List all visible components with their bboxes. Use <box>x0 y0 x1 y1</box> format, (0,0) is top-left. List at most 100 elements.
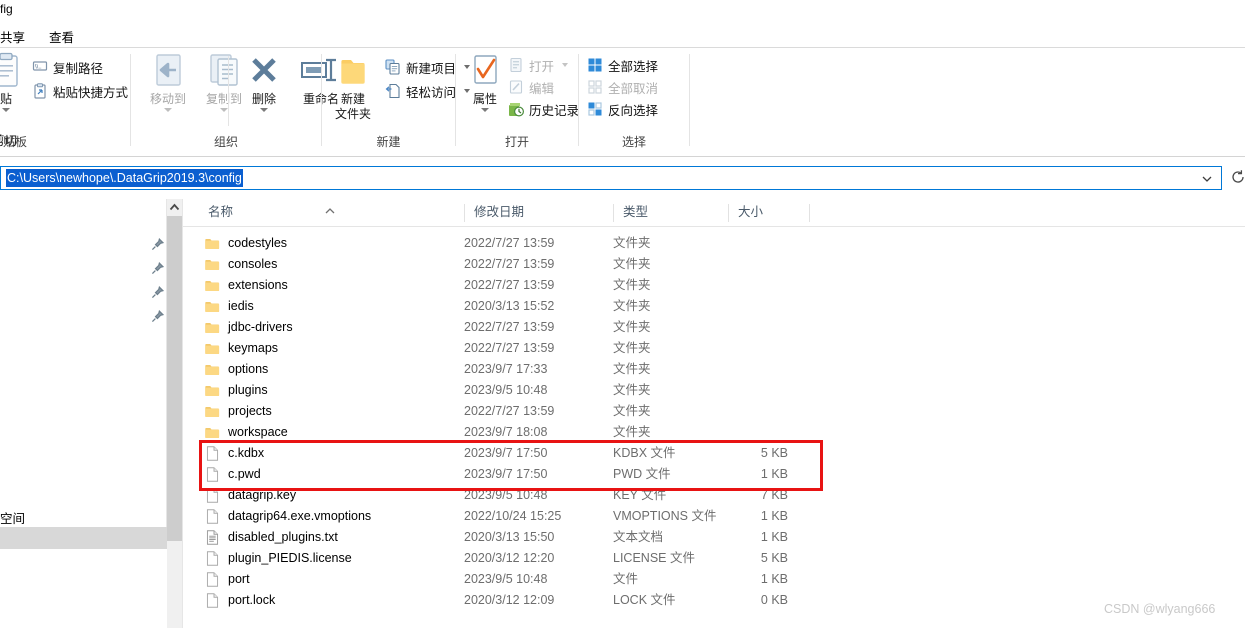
table-row[interactable]: c.pwd 2023/9/7 17:50 PWD 文件 1 KB <box>183 464 1245 485</box>
table-row[interactable]: extensions 2022/7/27 13:59 文件夹 <box>183 275 1245 296</box>
file-name: iedis <box>228 299 254 313</box>
pin-icon[interactable] <box>151 261 165 275</box>
table-row[interactable]: datagrip64.exe.vmoptions 2022/10/24 15:25… <box>183 506 1245 527</box>
open-button[interactable]: 打开 <box>508 54 569 76</box>
properties-label: 属性 <box>472 92 497 106</box>
column-header-type[interactable]: 类型 <box>614 199 728 226</box>
file-type: 文件夹 <box>613 383 651 397</box>
nav-selected-item[interactable] <box>0 527 167 549</box>
move-to-button[interactable]: 移动到 <box>139 52 197 112</box>
table-row[interactable]: port.lock 2020/3/12 12:09 LOCK 文件 0 KB <box>183 590 1245 611</box>
file-type: VMOPTIONS 文件 <box>613 509 717 523</box>
svg-text:\\..: \\.. <box>35 65 42 71</box>
file-icon <box>205 509 220 524</box>
table-row[interactable]: options 2023/9/7 17:33 文件夹 <box>183 359 1245 380</box>
table-row[interactable]: workspace 2023/9/7 18:08 文件夹 <box>183 422 1245 443</box>
file-type: PWD 文件 <box>613 467 671 481</box>
history-icon <box>508 101 525 117</box>
table-row[interactable]: keymaps 2022/7/27 13:59 文件夹 <box>183 338 1245 359</box>
file-name: c.kdbx <box>228 446 265 460</box>
table-row[interactable]: datagrip.key 2023/9/5 10:48 KEY 文件 7 KB <box>183 485 1245 506</box>
delete-button[interactable]: 删除 <box>235 52 293 112</box>
chevron-down-icon[interactable] <box>164 108 172 112</box>
copy-path-icon: \\.. <box>32 59 48 75</box>
nav-item-label-partial[interactable]: 空间 <box>0 508 25 527</box>
tab-share[interactable]: 共享 <box>0 27 25 46</box>
table-row[interactable]: projects 2022/7/27 13:59 文件夹 <box>183 401 1245 422</box>
table-row[interactable]: codestyles 2022/7/27 13:59 文件夹 <box>183 233 1245 254</box>
file-date-modified: 2022/7/27 13:59 <box>464 236 555 250</box>
folder-icon <box>205 257 220 272</box>
pin-icon[interactable] <box>151 285 165 299</box>
table-row[interactable]: iedis 2020/3/13 15:52 文件夹 <box>183 296 1245 317</box>
file-type: LICENSE 文件 <box>613 551 695 565</box>
edit-icon <box>508 79 524 95</box>
address-input[interactable]: C:\Users\newhope\.DataGrip2019.3\config <box>6 169 243 187</box>
column-header-row: 名称 修改日期 类型 大小 <box>183 199 1245 227</box>
scroll-thumb[interactable] <box>167 216 182 541</box>
select-none-button[interactable]: 全部取消 <box>587 76 658 98</box>
paste-shortcut-button[interactable]: 粘贴快捷方式 <box>32 80 128 102</box>
file-date-modified: 2020/3/12 12:09 <box>464 593 555 607</box>
file-date-modified: 2022/7/27 13:59 <box>464 257 555 271</box>
file-size: 7 KB <box>760 488 788 502</box>
select-all-label: 全部选择 <box>608 59 659 74</box>
folder-icon <box>205 362 220 377</box>
file-date-modified: 2023/9/7 17:50 <box>464 467 548 481</box>
file-name: plugin_PIEDIS.license <box>228 551 352 565</box>
table-row[interactable]: port 2023/9/5 10:48 文件 1 KB <box>183 569 1245 590</box>
invert-selection-button[interactable]: 反向选择 <box>587 98 658 120</box>
table-row[interactable]: consoles 2022/7/27 13:59 文件夹 <box>183 254 1245 275</box>
ribbon-group-organize-title: 组织 <box>213 135 238 149</box>
table-row[interactable]: disabled_plugins.txt 2020/3/13 15:50 文本文档 1… <box>183 527 1245 548</box>
file-name: disabled_plugins.txt <box>228 530 338 544</box>
window-title: fig <box>0 2 13 16</box>
column-divider[interactable] <box>809 204 810 222</box>
table-row[interactable]: plugins 2023/9/5 10:48 文件夹 <box>183 380 1245 401</box>
chevron-down-icon[interactable] <box>220 108 228 112</box>
table-row[interactable]: c.kdbx 2023/9/7 17:50 KDBX 文件 5 KB <box>183 443 1245 464</box>
pin-icon[interactable] <box>151 237 165 251</box>
column-header-date[interactable]: 修改日期 <box>465 199 613 226</box>
table-row[interactable]: plugin_PIEDIS.license 2020/3/12 12:20 LICE… <box>183 548 1245 569</box>
address-bar[interactable]: C:\Users\newhope\.DataGrip2019.3\config <box>0 166 1222 190</box>
refresh-icon[interactable] <box>1230 169 1245 185</box>
column-header-size[interactable]: 大小 <box>729 199 809 226</box>
paste-button[interactable]: 贴 <box>0 52 26 112</box>
copy-path-button[interactable]: \\.. 复制路径 <box>32 56 103 78</box>
file-date-modified: 2022/7/27 13:59 <box>464 278 555 292</box>
select-all-button[interactable]: 全部选择 <box>587 54 658 76</box>
ribbon-group-new: 新建 文件夹 新建项目 轻松访问 新建 <box>322 48 471 156</box>
file-type: 文件夹 <box>613 278 651 292</box>
scroll-up-icon[interactable] <box>167 199 182 216</box>
properties-icon <box>456 52 514 92</box>
file-date-modified: 2023/9/7 17:50 <box>464 446 548 460</box>
file-date-modified: 2022/7/27 13:59 <box>464 341 555 355</box>
chevron-down-icon[interactable] <box>260 108 268 112</box>
file-icon <box>205 488 220 503</box>
properties-button[interactable]: 属性 <box>456 52 514 112</box>
new-folder-button[interactable]: 新建 文件夹 <box>324 52 382 122</box>
chevron-down-icon[interactable] <box>1201 173 1213 185</box>
history-button[interactable]: 历史记录 <box>508 98 579 120</box>
edit-button[interactable]: 编辑 <box>508 76 554 98</box>
file-name: consoles <box>228 257 278 271</box>
chevron-down-icon[interactable] <box>481 108 489 112</box>
ribbon-group-new-title: 新建 <box>376 135 401 149</box>
column-header-name-label: 名称 <box>208 205 234 219</box>
pin-icon[interactable] <box>151 309 165 323</box>
file-type: 文本文档 <box>613 530 664 544</box>
chevron-down-icon[interactable] <box>2 108 10 112</box>
file-type: LOCK 文件 <box>613 593 676 607</box>
nav-pane-scrollbar[interactable] <box>167 199 183 628</box>
chevron-down-icon[interactable] <box>562 63 569 67</box>
table-row[interactable]: jdbc-drivers 2022/7/27 13:59 文件夹 <box>183 317 1245 338</box>
ribbon-group-organize: 移动到 复制到 删除 组织 <box>131 48 339 156</box>
file-name: datagrip64.exe.vmoptions <box>228 509 372 523</box>
file-name: keymaps <box>228 341 279 355</box>
ribbon-group-select: 全部选择 全部取消 反向选择 选择 <box>579 48 689 156</box>
tab-view[interactable]: 查看 <box>49 27 74 46</box>
title-bar: fig <box>0 0 1245 22</box>
select-none-label: 全部取消 <box>608 81 659 96</box>
open-label: 打开 <box>529 59 555 74</box>
